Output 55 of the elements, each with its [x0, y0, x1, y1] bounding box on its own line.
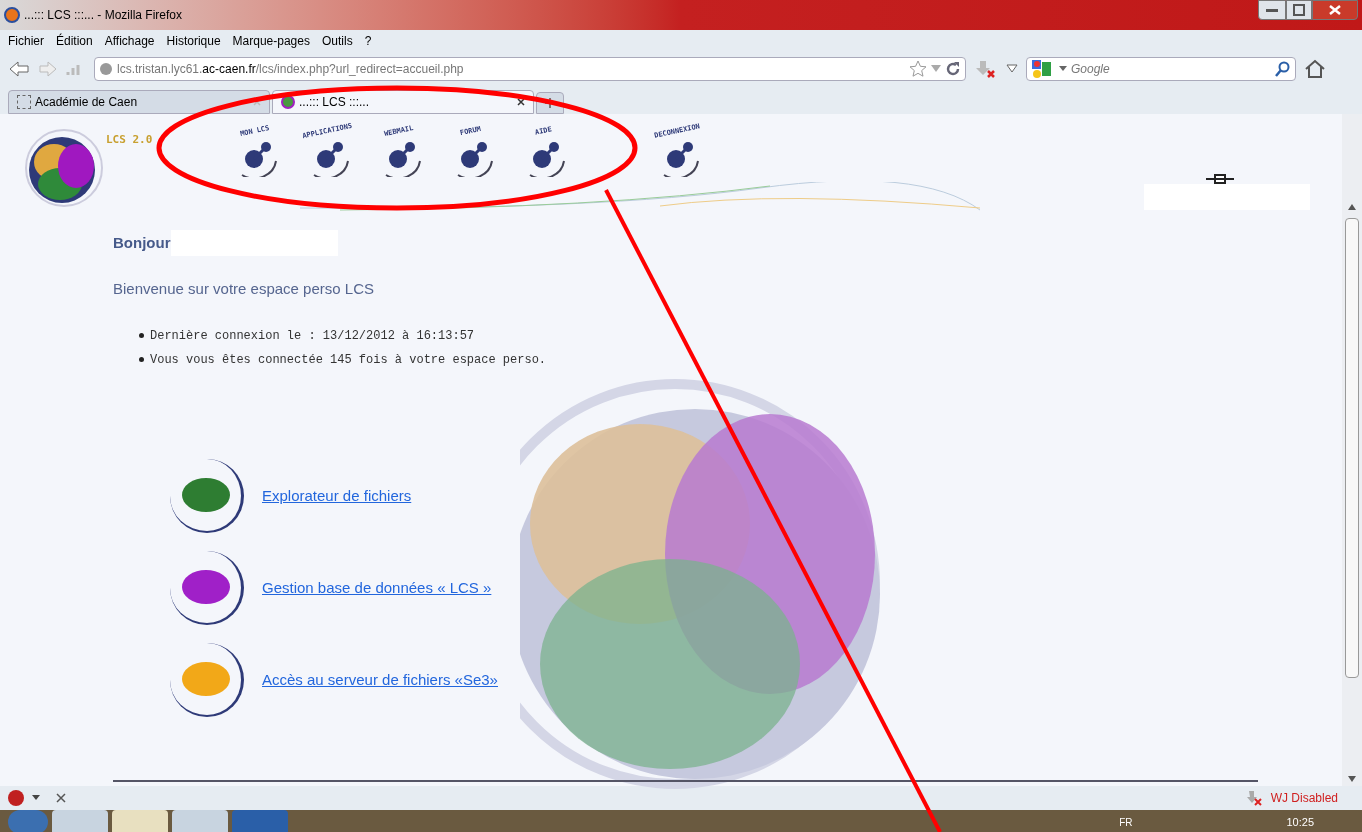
tab-label: Académie de Caen: [35, 94, 138, 111]
close-tab-icon[interactable]: [517, 98, 525, 106]
maximize-icon: [1293, 4, 1305, 16]
logo-text: LCS 2.0: [106, 132, 153, 148]
close-button[interactable]: [1312, 0, 1358, 20]
search-icon[interactable]: [1275, 61, 1291, 77]
minimize-button[interactable]: [1258, 0, 1286, 20]
search-field[interactable]: Google: [1026, 57, 1296, 81]
close-icon: [1329, 5, 1341, 15]
menu-item[interactable]: Marque-pages: [232, 32, 310, 50]
address-text: lcs.tristan.lyc61.ac-caen.fr/lcs/index.php?url_redirect=accueil.php: [117, 61, 464, 78]
dropdown-icon[interactable]: [1006, 64, 1018, 74]
menu-item[interactable]: Fichier: [8, 32, 44, 50]
welcome-text: Bienvenue sur votre espace perso LCS: [113, 279, 375, 299]
scroll-thumb[interactable]: [1345, 218, 1359, 678]
plug-icon: [1206, 174, 1234, 184]
minimize-icon: [1266, 8, 1278, 12]
scroll-up-icon[interactable]: [1348, 204, 1356, 210]
tab[interactable]: Académie de Caen: [8, 90, 270, 114]
menu-item[interactable]: Historique: [166, 32, 221, 50]
search-input[interactable]: Google: [1071, 60, 1271, 78]
language-indicator[interactable]: FR: [1119, 814, 1133, 830]
download-cancel-icon[interactable]: [974, 59, 998, 79]
clock[interactable]: 10:25: [1286, 813, 1314, 831]
caret-icon[interactable]: [1059, 66, 1067, 72]
star-icon[interactable]: [909, 60, 927, 78]
link[interactable]: Accès au serveur de fichiers «Se3»: [262, 668, 498, 692]
menu-item[interactable]: Édition: [56, 32, 93, 50]
info-text: Dernière connexion le : 13/12/2012 à 16:13:57: [150, 327, 475, 345]
back-icon[interactable]: [8, 60, 30, 78]
bullet-icon: [139, 333, 144, 338]
addon-status[interactable]: WJ Disabled: [1270, 789, 1338, 807]
maximize-button[interactable]: [1286, 0, 1312, 20]
scroll-down-icon[interactable]: [1348, 776, 1356, 782]
link[interactable]: Gestion base de données « LCS »: [262, 576, 492, 600]
caret-icon[interactable]: [32, 795, 40, 801]
home-icon[interactable]: [1304, 59, 1326, 79]
info-text: Vous vous êtes connectée 145 fois à votre espace perso.: [150, 351, 547, 369]
bullet-icon: [139, 357, 144, 362]
tab-label: ...::: LCS :::...: [299, 94, 370, 111]
link[interactable]: Explorateur de fichiers: [262, 484, 412, 508]
browser-logo-icon: [4, 7, 20, 23]
close-icon[interactable]: [56, 793, 66, 803]
menu-item[interactable]: Affichage: [104, 32, 155, 50]
page-icon: [17, 95, 31, 109]
window-title: ...::: LCS :::... - Mozilla Firefox: [24, 7, 183, 24]
menu-item[interactable]: ?: [364, 32, 372, 50]
address-field[interactable]: lcs.tristan.lyc61.ac-caen.fr/lcs/index.php?url_redirect=accueil.php: [94, 57, 966, 81]
reload-icon[interactable]: [945, 61, 961, 77]
scrollbar[interactable]: [1342, 114, 1362, 786]
download-cancel-icon[interactable]: [1244, 790, 1263, 806]
greeting-text: Bonjour: [113, 232, 171, 253]
logo-icon: [24, 126, 104, 208]
menu-item[interactable]: Outils: [321, 32, 353, 50]
start-button[interactable]: [8, 810, 48, 832]
